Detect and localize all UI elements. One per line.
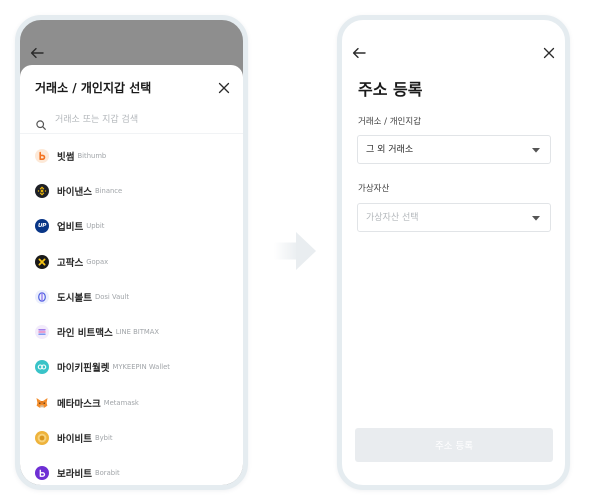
back-arrow-icon[interactable]: [352, 47, 366, 59]
exchange-name: 업비트: [57, 222, 84, 234]
back-arrow-icon[interactable]: [30, 47, 44, 59]
search-icon: [36, 115, 46, 134]
exchange-item-binance[interactable]: 바이낸스 Binance: [20, 173, 243, 208]
select-value: 그 외 거래소: [366, 145, 414, 155]
exchange-name: 고팍스: [57, 257, 84, 269]
address-register-screen: 주소 등록 거래소 / 개인지갑 그 외 거래소 가상자산 가상자산 선택 주소…: [337, 15, 570, 490]
exchange-item-borabit[interactable]: 보라비트 Borabit: [20, 456, 243, 485]
exchange-name-en: Bithumb: [77, 151, 107, 160]
close-icon[interactable]: [543, 47, 555, 59]
exchange-name-en: Bybit: [94, 434, 113, 443]
select-placeholder: 가상자산 선택: [366, 213, 419, 223]
exchange-wallet-label: 거래소 / 개인지갑: [358, 117, 422, 127]
search-bar: [20, 112, 243, 130]
exchange-name-en: MYKEEPIN Wallet: [112, 363, 170, 372]
right-arrow-icon: [272, 230, 318, 272]
exchange-item-line-bitmax[interactable]: 라인 비트맥스 LINE BITMAX: [20, 314, 243, 349]
close-icon[interactable]: [218, 82, 230, 94]
exchange-select-screen: 거래소 / 개인지갑 선택 거래소 또는 지갑 검색 빗썸 Bithumb 바이…: [15, 15, 248, 490]
page-title: 주소 등록: [358, 80, 423, 99]
asset-label: 가상자산: [358, 184, 390, 194]
exchange-item-upbit[interactable]: UP 업비트 Upbit: [20, 209, 243, 244]
exchange-name: 라인 비트맥스: [57, 328, 113, 340]
exchange-name-en: Gopax: [86, 257, 109, 266]
dropdown-caret-icon: [532, 216, 540, 221]
bottom-sheet: 거래소 / 개인지갑 선택 거래소 또는 지갑 검색 빗썸 Bithumb 바이…: [20, 65, 243, 485]
register-address-button[interactable]: 주소 등록: [355, 428, 553, 462]
sheet-title: 거래소 / 개인지갑 선택: [35, 81, 152, 95]
metamask-logo-icon: [35, 396, 49, 410]
bithumb-logo-icon: [35, 148, 49, 163]
exchange-name: 도시볼트: [57, 292, 92, 304]
gopax-logo-icon: [35, 254, 49, 269]
exchange-name-en: Dosi Vault: [94, 292, 130, 301]
exchange-list: 빗썸 Bithumb 바이낸스 Binance UP 업비트 Upbit 고팍스…: [20, 138, 243, 485]
search-input[interactable]: [55, 113, 225, 127]
exchange-item-mykeepin[interactable]: 마이키핀월렛 MYKEEPIN Wallet: [20, 350, 243, 385]
asset-select[interactable]: 가상자산 선택: [357, 203, 551, 232]
divider: [20, 133, 243, 134]
exchange-wallet-select[interactable]: 그 외 거래소: [357, 135, 551, 164]
exchange-name-en: Metamask: [103, 398, 139, 407]
bybit-logo-icon: [35, 431, 49, 446]
upbit-logo-icon: UP: [35, 219, 49, 234]
exchange-item-bithumb[interactable]: 빗썸 Bithumb: [20, 138, 243, 173]
exchange-name-en: Borabit: [94, 469, 120, 478]
mykeepin-logo-icon: [35, 360, 49, 375]
exchange-name-en: Upbit: [86, 222, 105, 231]
upbit-logo-text: UP: [37, 223, 47, 230]
exchange-name: 바이낸스: [57, 186, 92, 198]
exchange-name: 마이키핀월렛: [57, 363, 110, 375]
line-bitmax-logo-icon: [35, 325, 49, 340]
binance-logo-icon: [35, 183, 49, 198]
exchange-name-en: LINE BITMAX: [115, 328, 160, 337]
dropdown-caret-icon: [532, 148, 540, 153]
dosi-vault-logo-icon: [35, 289, 49, 304]
exchange-item-dosi-vault[interactable]: 도시볼트 Dosi Vault: [20, 279, 243, 314]
exchange-name-en: Binance: [94, 186, 123, 195]
exchange-name: 메타마스크: [57, 398, 101, 410]
exchange-item-bybit[interactable]: 바이비트 Bybit: [20, 420, 243, 455]
exchange-item-gopax[interactable]: 고팍스 Gopax: [20, 244, 243, 279]
exchange-item-metamask[interactable]: 메타마스크 Metamask: [20, 385, 243, 420]
exchange-name: 빗썸: [57, 151, 75, 163]
exchange-name: 보라비트: [57, 469, 92, 481]
borabit-logo-icon: [35, 466, 49, 481]
exchange-name: 바이비트: [57, 434, 92, 446]
